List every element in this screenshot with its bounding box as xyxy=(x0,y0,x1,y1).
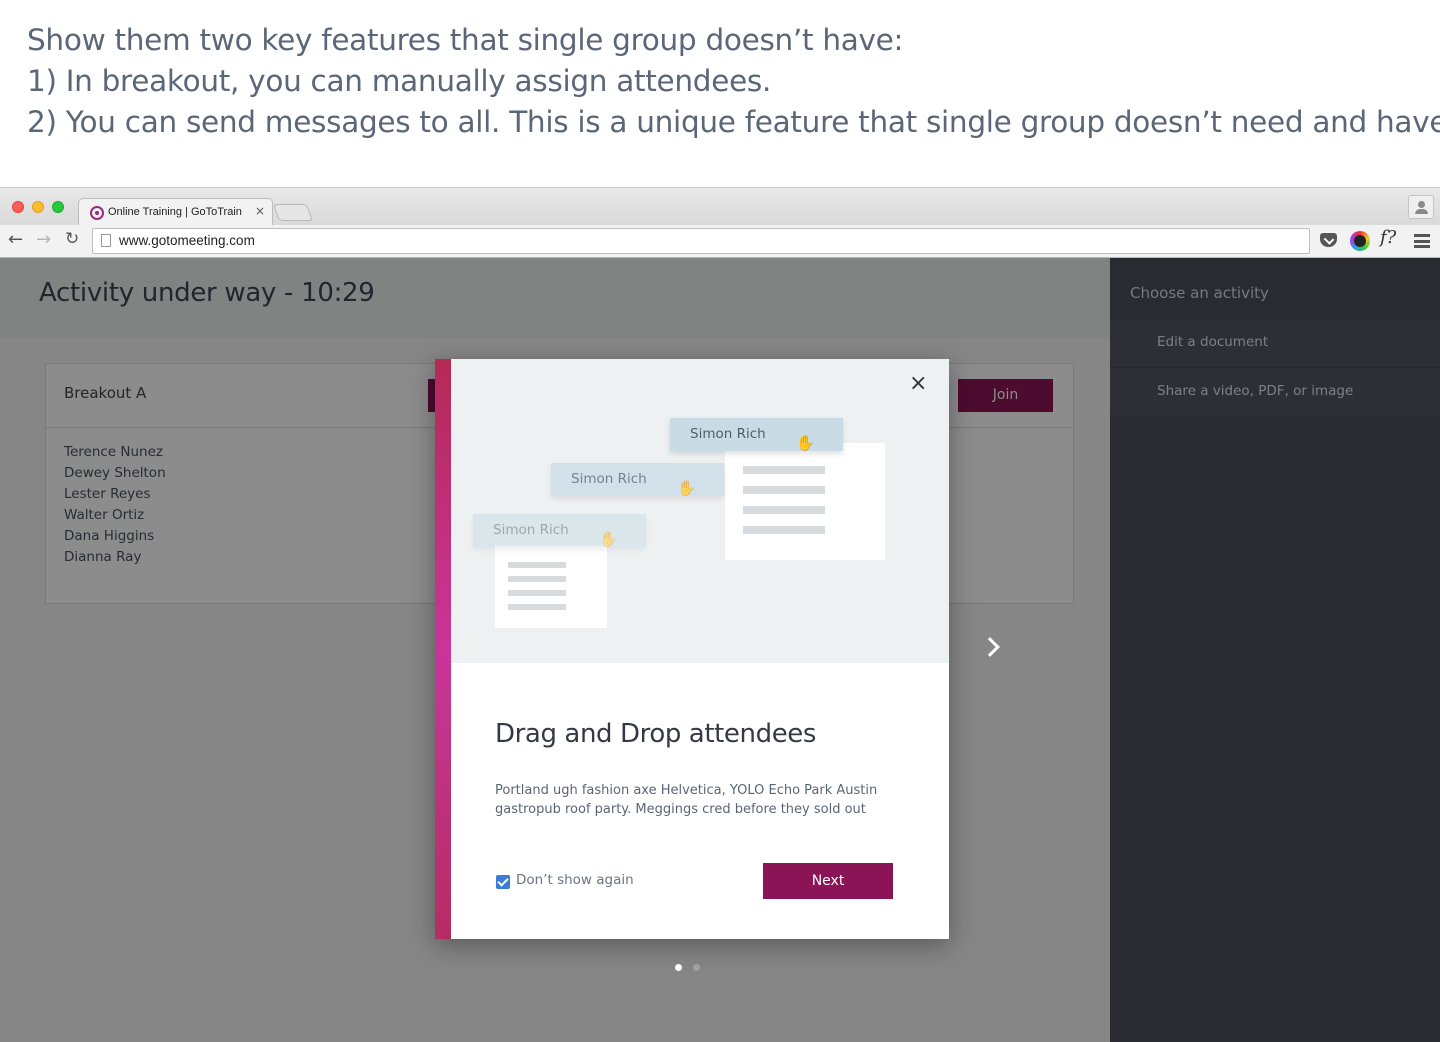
forward-arrow-icon[interactable]: → xyxy=(36,229,51,250)
close-icon[interactable]: × xyxy=(909,371,927,396)
tab-title: Online Training | GoToTrain xyxy=(108,206,242,218)
new-tab-button[interactable] xyxy=(272,204,314,221)
next-button[interactable]: Next xyxy=(763,863,893,899)
drag-drop-illustration: Simon Rich ✋ Simon Rich ✋ Simon Rich ✋ xyxy=(451,359,949,663)
annotation-text: Show them two key features that single g… xyxy=(27,20,1440,143)
gototraining-favicon-icon xyxy=(90,206,104,220)
address-bar[interactable]: www.gotomeeting.com xyxy=(92,228,1310,254)
attendee-chip: Simon Rich ✋ xyxy=(473,514,646,548)
browser-window: Online Training | GoToTrain × ← → ↻ www.… xyxy=(0,187,1440,1042)
dont-show-again-checkbox[interactable] xyxy=(496,875,510,889)
attendee-chip: Simon Rich ✋ xyxy=(670,418,843,452)
attendee-chip-label: Simon Rich xyxy=(571,471,647,487)
attendee-chip-label: Simon Rich xyxy=(690,426,766,442)
minimize-window-button[interactable] xyxy=(32,201,44,213)
browser-tab[interactable]: Online Training | GoToTrain × xyxy=(78,198,273,226)
annotation-line-1: Show them two key features that single g… xyxy=(27,23,904,57)
chevron-right-icon[interactable] xyxy=(980,634,1002,662)
modal-heading: Drag and Drop attendees xyxy=(495,719,817,749)
attendee-chip: Simon Rich ✋ xyxy=(551,463,724,497)
tab-strip: Online Training | GoToTrain × xyxy=(0,187,1440,226)
dont-show-again-label[interactable]: Don’t show again xyxy=(516,872,634,888)
pagination-dot[interactable] xyxy=(693,964,700,971)
reload-icon[interactable]: ↻ xyxy=(65,229,79,249)
back-arrow-icon[interactable]: ← xyxy=(8,229,23,250)
color-picker-icon[interactable] xyxy=(1350,231,1370,251)
document-card xyxy=(725,443,885,560)
pagination-dot-active[interactable] xyxy=(675,964,682,971)
annotation-line-2: 1) In breakout, you can manually assign … xyxy=(27,64,772,98)
menu-icon[interactable] xyxy=(1414,234,1430,248)
url-text: www.gotomeeting.com xyxy=(119,233,255,248)
modal-body-text: Portland ugh fashion axe Helvetica, YOLO… xyxy=(495,783,878,817)
attendee-chip-label: Simon Rich xyxy=(493,522,569,538)
grab-hand-icon: ✋ xyxy=(677,479,696,497)
modal-accent-stripe xyxy=(435,359,451,939)
page-icon xyxy=(101,234,111,247)
pocket-icon[interactable] xyxy=(1319,231,1339,251)
grab-hand-icon: ✋ xyxy=(599,530,618,548)
grab-hand-icon: ✋ xyxy=(796,434,815,452)
tab-close-icon[interactable]: × xyxy=(255,204,265,218)
profile-icon[interactable] xyxy=(1408,195,1434,219)
document-card xyxy=(495,545,607,628)
onboarding-modal: Simon Rich ✋ Simon Rich ✋ Simon Rich ✋ ×… xyxy=(435,359,949,939)
annotation-line-3: 2) You can send messages to all. This is… xyxy=(27,105,1440,139)
font-icon[interactable]: f? xyxy=(1380,227,1406,248)
close-window-button[interactable] xyxy=(12,201,24,213)
browser-toolbar: ← → ↻ www.gotomeeting.com f? xyxy=(0,225,1440,258)
maximize-window-button[interactable] xyxy=(52,201,64,213)
page-viewport: Activity under way - 10:29 Breakout A Jo… xyxy=(0,258,1440,1042)
